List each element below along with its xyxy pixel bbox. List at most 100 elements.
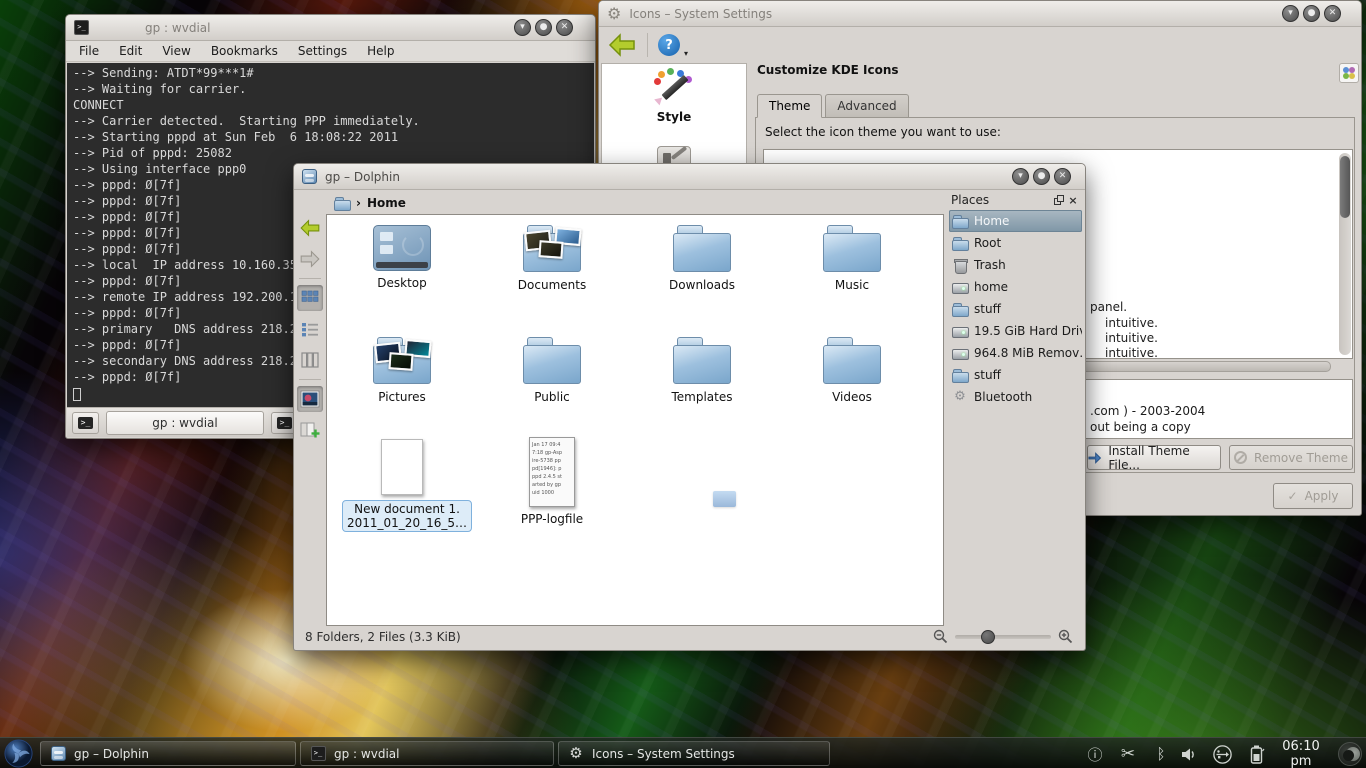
zoom-out-icon[interactable] — [933, 629, 948, 644]
menu-help[interactable]: Help — [367, 44, 394, 58]
task-button-terminal[interactable]: >_ gp : wvdial — [300, 741, 554, 766]
preview-button[interactable] — [297, 386, 323, 412]
panel-toolbox-cashew[interactable] — [1338, 742, 1362, 766]
bluetooth-icon[interactable]: ᛒ — [1150, 744, 1172, 764]
remove-theme-button[interactable]: Remove Theme — [1229, 445, 1353, 470]
file-item-ppp-logfile[interactable]: Jan 17 09:4 7:18 gp-Asp ire-5738 pp pd[1… — [492, 437, 612, 526]
dolphin-window: gp – Dolphin ▾ ● ✕ › Home — [293, 163, 1086, 651]
folder-item-pictures[interactable]: Pictures — [342, 337, 462, 404]
maximize-button[interactable]: ● — [535, 19, 552, 36]
maximize-button[interactable]: ● — [1303, 5, 1320, 22]
toolbar-separator — [299, 379, 321, 380]
folder-item-music[interactable]: Music — [792, 225, 912, 292]
zoom-slider-handle[interactable] — [981, 630, 995, 644]
file-view[interactable]: Desktop Documents Downloads Music Pictur… — [326, 214, 944, 626]
terminal-icon: >_ — [277, 417, 293, 429]
settings-toolbar: ?▾ — [599, 27, 1361, 63]
folder-home-icon — [952, 213, 968, 229]
menu-edit[interactable]: Edit — [119, 44, 142, 58]
task-button-dolphin[interactable]: gp – Dolphin — [40, 741, 296, 766]
text-preview-icon: Jan 17 09:4 7:18 gp-Asp ire-5738 pp pd[1… — [529, 437, 575, 507]
places-item-root[interactable]: Root — [949, 232, 1082, 254]
sidebar-item-style[interactable]: Style — [602, 64, 746, 124]
launcher-icon[interactable] — [4, 739, 33, 768]
dolphin-titlebar[interactable]: gp – Dolphin ▾ ● ✕ — [294, 164, 1085, 190]
removable-drive-icon — [952, 345, 968, 361]
terminal-titlebar[interactable]: >_ gp : wvdial ▾ ● ✕ — [66, 15, 595, 41]
selected-file-label: New document 1.2011_01_20_16_5… — [342, 500, 472, 532]
close-button[interactable]: ✕ — [556, 19, 573, 36]
menu-view[interactable]: View — [162, 44, 190, 58]
clock[interactable]: 06:10 pm Sun, 6 Feb — [1270, 740, 1332, 768]
desktop-folder-icon — [373, 225, 431, 271]
settings-titlebar[interactable]: ⚙ Icons – System Settings ▾ ● ✕ — [599, 1, 1361, 27]
close-button[interactable]: ✕ — [1324, 5, 1341, 22]
close-button[interactable]: ✕ — [1054, 168, 1071, 185]
minimize-button[interactable]: ▾ — [1282, 5, 1299, 22]
minimize-button[interactable]: ▾ — [514, 19, 531, 36]
terminal-line: --> Carrier detected. Starting PPP immed… — [73, 114, 588, 130]
folder-item-templates[interactable]: Templates — [642, 337, 762, 404]
task-button-settings[interactable]: ⚙ Icons – System Settings — [558, 741, 830, 766]
places-item-home[interactable]: Home — [949, 210, 1082, 232]
breadcrumb-home[interactable]: Home — [367, 196, 406, 210]
columns-view-button[interactable] — [297, 347, 323, 373]
folder-icon — [523, 337, 581, 385]
split-view-button[interactable] — [297, 417, 323, 443]
apply-button[interactable]: ✓ Apply — [1273, 483, 1353, 509]
new-tab-button[interactable]: >_ — [72, 412, 99, 434]
zoom-in-icon[interactable] — [1058, 629, 1073, 644]
places-item-bluetooth[interactable]: ⚙Bluetooth — [949, 386, 1082, 408]
places-item-trash[interactable]: Trash — [949, 254, 1082, 276]
scrollbar-thumb[interactable] — [1340, 156, 1350, 218]
install-theme-button[interactable]: Install Theme File... — [1087, 445, 1221, 470]
tab-advanced[interactable]: Advanced — [825, 94, 908, 118]
menu-file[interactable]: File — [79, 44, 99, 58]
bluetooth-icon: ⚙ — [952, 389, 968, 405]
status-text: 8 Folders, 2 Files (3.3 KiB) — [305, 630, 461, 644]
no-entry-icon — [1234, 451, 1247, 464]
battery-icon[interactable] — [1246, 744, 1268, 764]
icons-view-button[interactable] — [297, 285, 323, 311]
dolphin-toolbar — [294, 214, 326, 443]
gear-icon: ⚙ — [607, 6, 621, 21]
usb-device-icon[interactable] — [1211, 744, 1233, 764]
icon-sizes-grid-icon[interactable] — [1339, 63, 1359, 83]
terminal-tab[interactable]: gp : wvdial — [106, 411, 264, 435]
terminal-title: gp : wvdial — [145, 21, 210, 35]
places-item-harddrive[interactable]: 19.5 GiB Hard Drive — [949, 320, 1082, 342]
close-panel-icon[interactable]: × — [1066, 193, 1080, 207]
maximize-button[interactable]: ● — [1033, 168, 1050, 185]
volume-icon[interactable] — [1178, 744, 1200, 764]
toolbar-separator — [647, 33, 648, 57]
folder-item-videos[interactable]: Videos — [792, 337, 912, 404]
info-icon[interactable]: ⓘ — [1084, 744, 1106, 764]
places-item-removable[interactable]: 964.8 MiB Remov… — [949, 342, 1082, 364]
zoom-slider[interactable] — [955, 635, 1051, 639]
tab-theme[interactable]: Theme — [757, 94, 822, 118]
menu-bookmarks[interactable]: Bookmarks — [211, 44, 278, 58]
vertical-scrollbar[interactable] — [1339, 153, 1351, 355]
back-button[interactable] — [607, 33, 637, 57]
clipboard-scissors-icon[interactable]: ✂ — [1117, 744, 1139, 764]
details-view-button[interactable] — [297, 316, 323, 342]
places-item-stuff2[interactable]: stuff — [949, 364, 1082, 386]
places-item-stuff[interactable]: stuff — [949, 298, 1082, 320]
menu-settings[interactable]: Settings — [298, 44, 347, 58]
folder-item-downloads[interactable]: Downloads — [642, 225, 762, 292]
file-item-new-document[interactable]: New document 1.2011_01_20_16_5… — [342, 439, 462, 532]
clock-time: 06:10 pm — [1270, 740, 1332, 768]
forward-button[interactable] — [297, 246, 323, 272]
places-item-home-drive[interactable]: home — [949, 276, 1082, 298]
places-panel: Places × Home Root Trash home stuff 19.5… — [949, 190, 1082, 408]
folder-item-documents[interactable]: Documents — [492, 225, 612, 292]
home-folder-icon[interactable] — [334, 195, 350, 211]
float-panel-icon[interactable] — [1052, 193, 1066, 207]
help-button[interactable]: ?▾ — [658, 34, 680, 56]
back-button[interactable] — [297, 215, 323, 241]
page-title: Customize KDE Icons — [757, 63, 899, 77]
folder-item-public[interactable]: Public — [492, 337, 612, 404]
minimize-button[interactable]: ▾ — [1012, 168, 1029, 185]
folder-item-desktop[interactable]: Desktop — [342, 225, 462, 290]
trash-icon — [952, 257, 968, 273]
